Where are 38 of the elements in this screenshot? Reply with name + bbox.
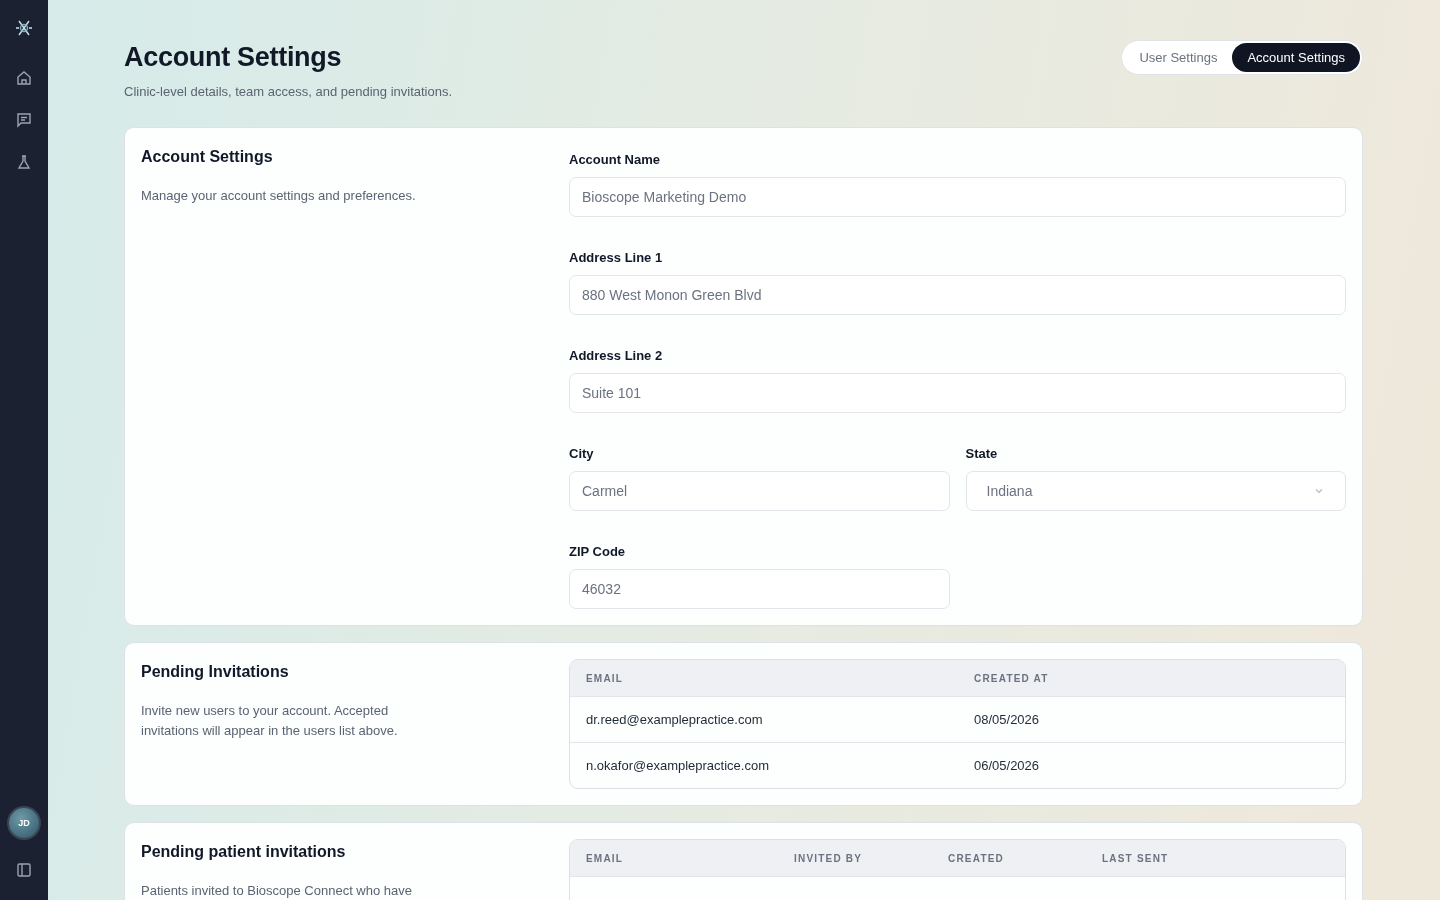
column-header: LAST SENT	[1102, 852, 1170, 864]
table-cell-text: dr.reed@examplepractice.com	[586, 712, 764, 727]
message-icon[interactable]	[16, 112, 32, 128]
card-title: Account Settings	[141, 148, 274, 166]
field-label: Address Line 1	[569, 250, 664, 265]
card-title: Pending patient invitations	[141, 843, 347, 861]
column-header: INVITED BY	[794, 852, 864, 864]
field-label: ZIP Code	[569, 544, 627, 559]
tab[interactable]: Account Settings	[1232, 43, 1360, 72]
page-title: Account Settings	[124, 42, 343, 73]
table-cell-text: 06/05/2026	[974, 758, 1041, 773]
tab[interactable]: User Settings	[1124, 43, 1233, 72]
table-cell-text: 08/05/2026	[974, 712, 1041, 727]
card-title: Pending Invitations	[141, 663, 290, 681]
column-header: EMAIL	[586, 672, 625, 684]
column-header: CREATED AT	[974, 672, 1050, 684]
state-select[interactable]: Indiana	[965, 471, 1346, 511]
column-header: EMAIL	[586, 852, 625, 864]
logo-icon	[14, 18, 34, 38]
table-cell-text: n.okafor@examplepractice.com	[586, 758, 770, 773]
home-icon[interactable]	[16, 70, 32, 86]
field-label: State	[965, 446, 999, 461]
flask-icon[interactable]	[16, 154, 32, 170]
column-header: CREATED	[948, 852, 1005, 864]
card-description: Manage your account settings and preferences.	[141, 187, 417, 205]
input-field[interactable]: 46032	[569, 569, 950, 609]
card-description: Patients invited to Bioscope Connect who have	[141, 882, 413, 900]
field-label: Account Name	[569, 152, 662, 167]
field-label: City	[569, 446, 595, 461]
card-description: Invite new users to your account. Accepted invitations will appear in the users list above.	[141, 702, 399, 740]
input-field[interactable]: Carmel	[569, 471, 950, 511]
input-field[interactable]: 880 West Monon Green Blvd	[569, 275, 1346, 315]
user-avatar[interactable]: JD	[7, 806, 41, 840]
input-field[interactable]: Suite 101	[569, 373, 1346, 413]
page-subtitle: Clinic-level details, team access, and pending invitations.	[124, 84, 453, 99]
field-label: Address Line 2	[569, 348, 664, 363]
input-field[interactable]: Bioscope Marketing Demo	[569, 177, 1346, 217]
sidebar-toggle-icon[interactable]	[16, 862, 32, 878]
